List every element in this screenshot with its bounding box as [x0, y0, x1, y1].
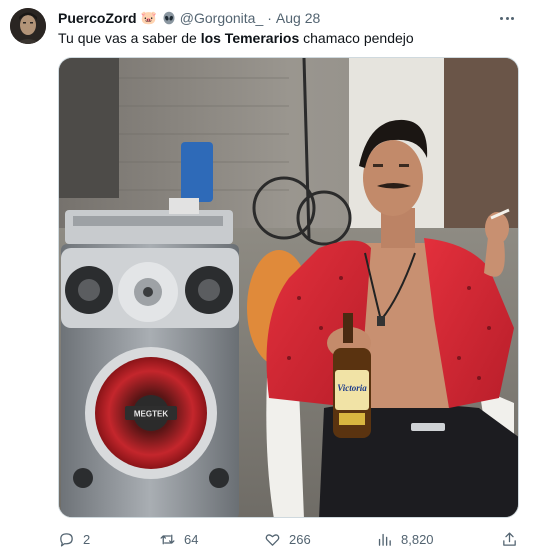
tweet-media-photo[interactable]: MEGTEK Victoria: [58, 57, 519, 518]
share-button[interactable]: [501, 528, 518, 550]
views-icon: [378, 533, 391, 546]
tweet-text: Tu que vas a saber de los Temerarios cha…: [58, 29, 414, 47]
retweet-button[interactable]: 64: [159, 528, 198, 550]
more-icon[interactable]: [495, 8, 519, 28]
reply-button[interactable]: 2: [58, 528, 90, 550]
reply-icon: [60, 532, 73, 547]
retweet-count: 64: [184, 531, 199, 547]
views-button[interactable]: 8,820: [376, 528, 434, 550]
retweet-icon: [160, 534, 175, 544]
heart-icon: [265, 533, 280, 546]
tweet-text-bold: los Temerarios: [200, 30, 300, 46]
tweet-actions: 2 64 266 8,820: [58, 528, 520, 550]
share-icon: [503, 531, 516, 546]
views-count: 8,820: [401, 531, 434, 547]
alien-icon: [162, 11, 176, 25]
tweet-date[interactable]: Aug 28: [276, 9, 320, 27]
tweet-header: PuercoZord 🐷 @Gorgonita_ · Aug 28: [58, 9, 320, 27]
author-handle[interactable]: @Gorgonita_: [180, 9, 263, 27]
separator-dot: ·: [267, 10, 272, 26]
display-name[interactable]: PuercoZord: [58, 9, 137, 27]
like-button[interactable]: 266: [264, 528, 311, 550]
bottle-label: Victoria: [337, 383, 367, 393]
speaker-brand: MEGTEK: [134, 410, 168, 419]
pig-emoji: 🐷: [140, 10, 157, 25]
like-count: 266: [289, 531, 311, 547]
tweet-text-part1: Tu que vas a saber de: [58, 30, 201, 46]
tweet-text-part2: chamaco pendejo: [299, 30, 414, 46]
reply-count: 2: [83, 531, 91, 547]
avatar[interactable]: [10, 8, 46, 44]
